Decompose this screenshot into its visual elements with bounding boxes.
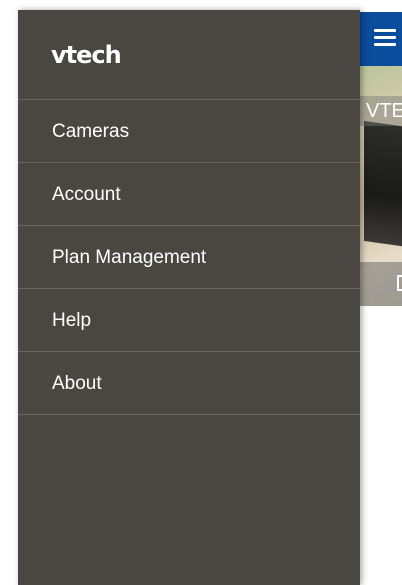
vtech-logo: vtech — [51, 41, 122, 69]
drawer-header: vtech — [18, 10, 360, 100]
menu-item-help[interactable]: Help — [18, 289, 360, 352]
menu-item-account[interactable]: Account — [18, 163, 360, 226]
camera-label: VTE — [366, 100, 402, 122]
menu-item-label: Plan Management — [52, 247, 207, 268]
menu-item-label: Account — [52, 184, 121, 205]
menu-item-label: Cameras — [52, 121, 130, 142]
camera-thumbnail[interactable]: VTE — [360, 66, 402, 306]
screen: VTE vtech Cameras Account Plan Managemen… — [0, 0, 402, 585]
camera-control-band — [360, 262, 402, 306]
menu-item-label: Help — [52, 310, 92, 331]
camera-control-icon[interactable] — [397, 275, 402, 291]
menu-item-about[interactable]: About — [18, 352, 360, 415]
camera-scene-monitor — [364, 120, 402, 248]
navigation-drawer: vtech Cameras Account Plan Management He… — [18, 10, 360, 585]
menu-item-cameras[interactable]: Cameras — [18, 100, 360, 163]
hamburger-menu-icon[interactable] — [374, 29, 396, 47]
menu-item-label: About — [52, 373, 102, 394]
menu-item-plan-management[interactable]: Plan Management — [18, 226, 360, 289]
